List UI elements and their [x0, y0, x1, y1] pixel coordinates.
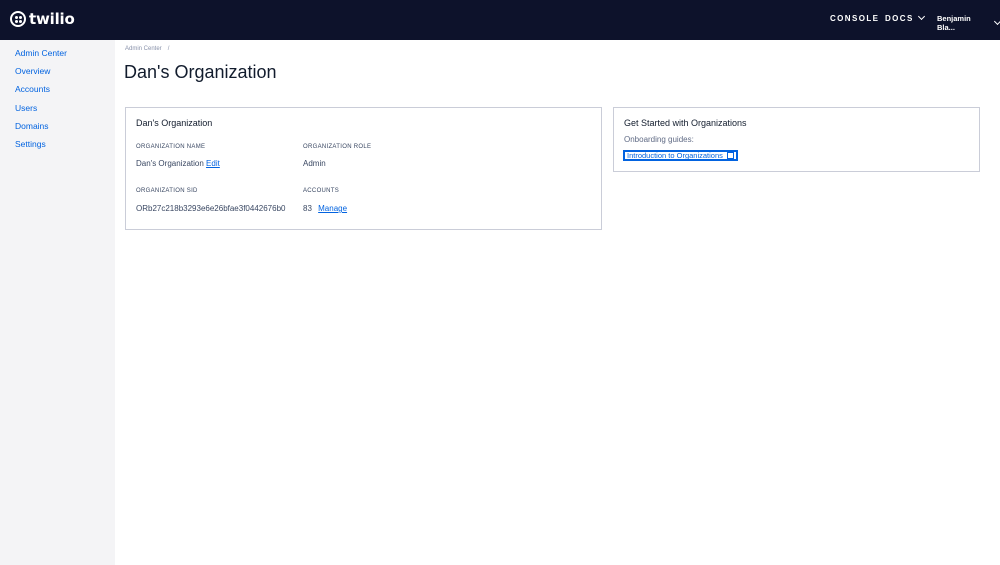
- logo-text: twilio: [29, 10, 75, 28]
- organization-card-title: Dan's Organization: [136, 118, 213, 128]
- docs-label: DOCS: [885, 14, 914, 23]
- accounts-count: 83: [303, 204, 312, 213]
- console-link[interactable]: CONSOLE: [830, 14, 879, 23]
- organization-name-value: Dan's Organization Edit: [136, 159, 220, 168]
- sidebar: Admin Center Overview Accounts Users Dom…: [0, 40, 115, 565]
- twilio-logo-icon: [10, 11, 26, 27]
- get-started-card-title: Get Started with Organizations: [624, 118, 747, 128]
- breadcrumb: Admin Center /: [125, 46, 169, 52]
- organization-role-value: Admin: [303, 159, 326, 168]
- edit-organization-name-link[interactable]: Edit: [206, 159, 220, 168]
- top-navigation-bar: twilio CONSOLE DOCS Benjamin Bla...: [0, 0, 1000, 40]
- user-name: Benjamin Bla...: [937, 14, 971, 32]
- sidebar-item-admin-center[interactable]: Admin Center: [15, 48, 67, 58]
- manage-accounts-link[interactable]: Manage: [318, 204, 347, 213]
- sidebar-item-accounts[interactable]: Accounts: [15, 84, 50, 94]
- chevron-down-icon: [917, 12, 925, 21]
- sidebar-item-settings[interactable]: Settings: [15, 139, 46, 149]
- user-menu[interactable]: Benjamin Bla...: [937, 14, 1000, 32]
- organization-role-label: ORGANIZATION ROLE: [303, 144, 372, 150]
- accounts-label: ACCOUNTS: [303, 188, 340, 194]
- sidebar-item-users[interactable]: Users: [15, 103, 37, 113]
- sidebar-item-domains[interactable]: Domains: [15, 121, 49, 131]
- introduction-to-organizations-link[interactable]: Introduction to Organizations: [623, 150, 738, 161]
- organization-name-label: ORGANIZATION NAME: [136, 144, 206, 150]
- chevron-down-icon: [994, 17, 1000, 25]
- organization-sid-label: ORGANIZATION SID: [136, 188, 198, 194]
- docs-menu[interactable]: DOCS: [885, 12, 925, 23]
- page-title: Dan's Organization: [124, 62, 277, 82]
- external-link-icon: [726, 152, 734, 159]
- accounts-value: 83 Manage: [303, 204, 347, 213]
- twilio-logo[interactable]: twilio: [10, 9, 75, 29]
- organization-name-text: Dan's Organization: [136, 159, 204, 168]
- organization-sid-value: ORb27c218b3293e6e26bfae3f0442676b0: [136, 204, 286, 213]
- breadcrumb-item-admin-center[interactable]: Admin Center: [125, 46, 162, 52]
- guide-link-text: Introduction to Organizations: [627, 150, 723, 160]
- get-started-card: Get Started with Organizations Onboardin…: [613, 107, 980, 172]
- organization-card: Dan's Organization ORGANIZATION NAME Dan…: [125, 107, 602, 230]
- onboarding-guides-label: Onboarding guides:: [624, 135, 694, 144]
- breadcrumb-separator: /: [167, 46, 170, 52]
- sidebar-item-overview[interactable]: Overview: [15, 66, 50, 76]
